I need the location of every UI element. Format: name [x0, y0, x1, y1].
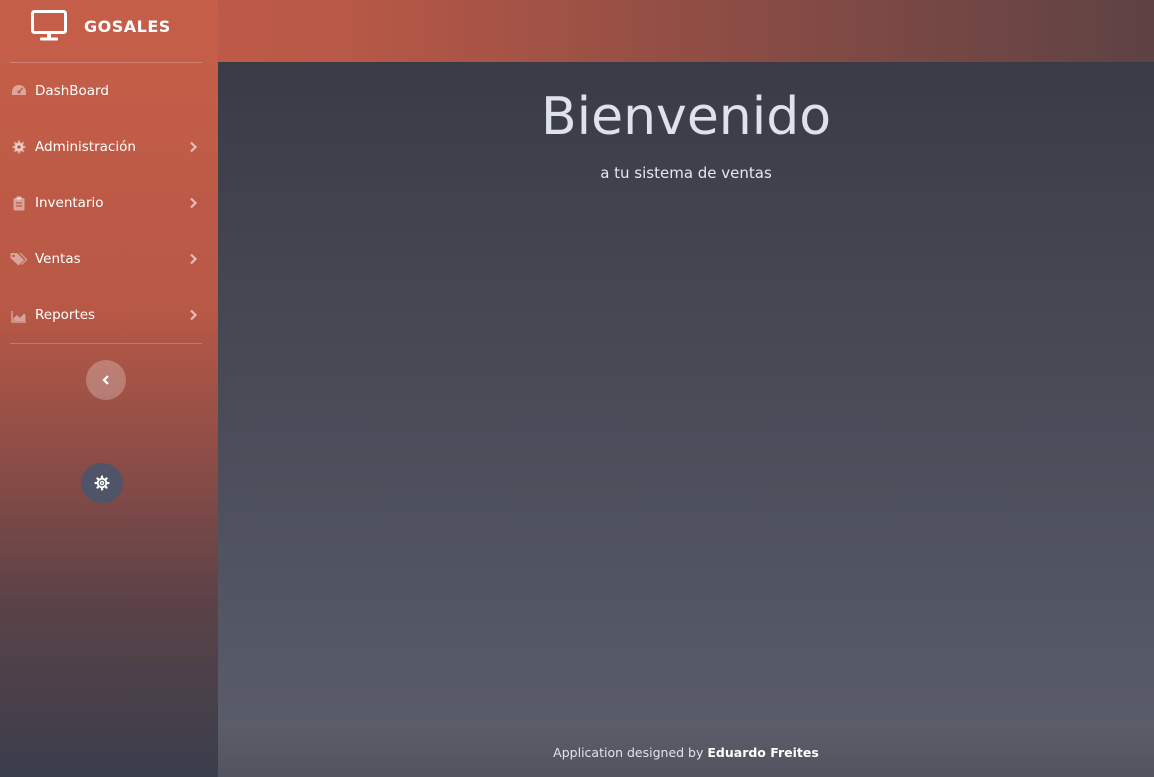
cog-icon [11, 139, 27, 155]
brand[interactable]: GOSALES [0, 0, 218, 62]
chevron-right-icon [190, 253, 198, 265]
chevron-right-icon [190, 197, 198, 209]
clipboard-icon [11, 195, 27, 211]
footer-author: Eduardo Freites [707, 745, 819, 760]
sidebar-item-reportes[interactable]: Reportes [0, 287, 218, 343]
footer-prefix: Application designed by [553, 745, 704, 760]
footer: Application designed by Eduardo Freites [218, 727, 1154, 777]
area-chart-icon [11, 308, 27, 324]
welcome-subtitle: a tu sistema de ventas [600, 164, 772, 182]
sidebar-toggle-button[interactable] [86, 360, 126, 400]
footer-credit: Application designed by Eduardo Freites [99, 745, 1154, 760]
gear-icon [94, 475, 110, 491]
sidebar-divider [10, 343, 202, 344]
brand-name: GOSALES [84, 17, 171, 36]
welcome-title: Bienvenido [540, 87, 832, 147]
tachometer-icon [11, 83, 27, 99]
sidebar-item-ventas[interactable]: Ventas [0, 231, 218, 287]
tags-icon [10, 251, 28, 267]
sidebar-item-label: Ventas [35, 251, 81, 267]
chevron-left-icon [102, 375, 109, 385]
main-content: Bienvenido a tu sistema de ventas Applic… [218, 62, 1154, 777]
sidebar-item-label: Inventario [35, 195, 104, 211]
sidebar-item-label: Reportes [35, 307, 96, 323]
monitor-icon [31, 10, 67, 41]
chevron-right-icon [190, 309, 198, 321]
sidebar-item-inventario[interactable]: Inventario [0, 175, 218, 231]
settings-button[interactable] [81, 463, 123, 503]
sidebar-item-label: DashBoard [35, 83, 109, 99]
